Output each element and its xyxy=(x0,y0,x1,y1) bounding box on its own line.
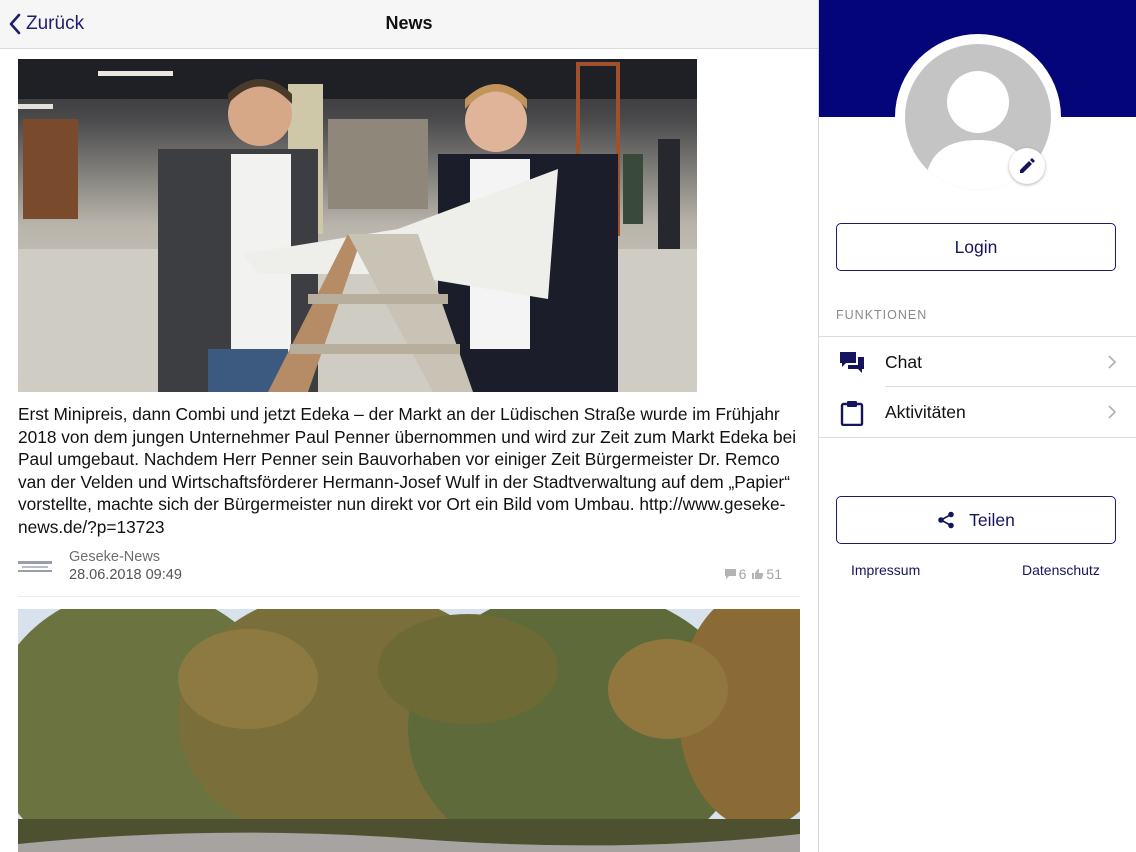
divider xyxy=(819,437,1136,438)
page-title: News xyxy=(385,13,433,33)
clipboard-icon xyxy=(840,401,864,426)
impressum-link[interactable]: Impressum xyxy=(851,562,920,578)
chat-icon xyxy=(840,352,864,373)
datenschutz-link[interactable]: Datenschutz xyxy=(1022,562,1100,578)
share-button[interactable]: Teilen xyxy=(836,496,1116,544)
comment-count: 6 xyxy=(738,566,747,582)
chevron-right-icon xyxy=(1108,355,1117,369)
thumbs-up-icon xyxy=(752,569,764,579)
share-icon xyxy=(938,511,954,529)
like-count: 51 xyxy=(766,566,782,582)
navigation-bar: Zurück News xyxy=(0,0,818,49)
post-date: 28.06.2018 09:49 xyxy=(69,567,182,583)
menu-item-label: Aktivitäten xyxy=(885,402,966,422)
section-label: FUNKTIONEN xyxy=(836,308,928,322)
post-text[interactable]: Erst Minipreis, dann Combi und jetzt Ede… xyxy=(18,403,808,538)
post-source: Geseke-News xyxy=(69,549,161,565)
chevron-right-icon xyxy=(1108,405,1117,419)
side-menu: Login FUNKTIONEN Chat Aktivitäten Teilen… xyxy=(819,0,1136,852)
post-stats: 6 51 xyxy=(724,566,782,582)
menu-item-aktivitaeten[interactable]: Aktivitäten xyxy=(819,387,1136,437)
pencil-icon xyxy=(1020,158,1035,173)
login-button[interactable]: Login xyxy=(836,223,1116,271)
post-photo[interactable] xyxy=(18,59,697,392)
news-pane: Zurück News Erst Minipreis, dann Combi u… xyxy=(0,0,819,852)
edit-avatar-button[interactable] xyxy=(1009,148,1045,184)
menu-item-label: Chat xyxy=(885,352,922,372)
share-label: Teilen xyxy=(969,509,1015,530)
post-divider xyxy=(18,596,800,597)
post-photo[interactable] xyxy=(18,609,800,852)
comment-icon xyxy=(724,569,736,579)
menu-item-chat[interactable]: Chat xyxy=(819,337,1136,387)
source-logo xyxy=(18,561,52,572)
